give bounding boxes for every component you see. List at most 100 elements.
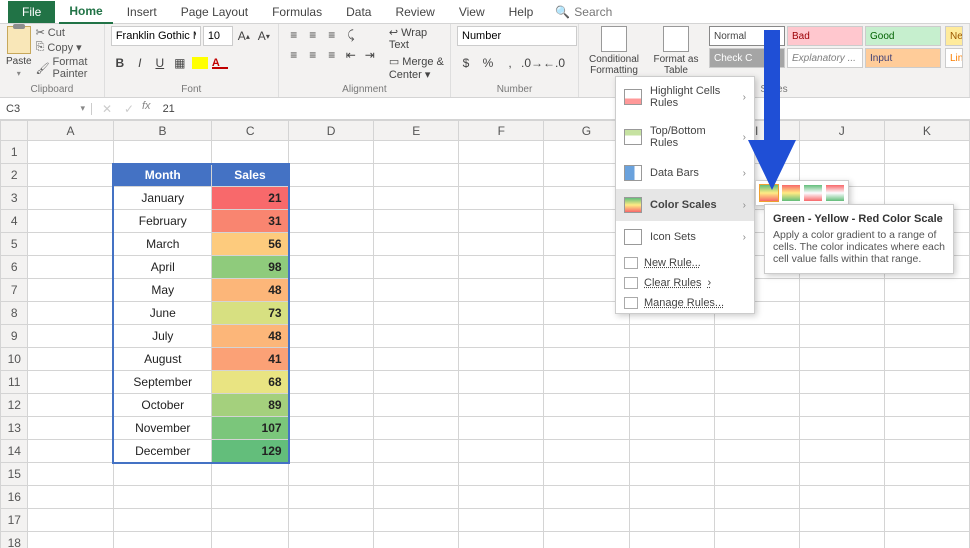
- cell-H15[interactable]: [629, 463, 714, 486]
- cell-A13[interactable]: [28, 417, 113, 440]
- copy-button[interactable]: ⎘Copy ▾: [36, 41, 98, 54]
- cell-K9[interactable]: [884, 325, 969, 348]
- cell-E12[interactable]: [374, 394, 459, 417]
- cell-C15[interactable]: [212, 463, 289, 486]
- cell-J12[interactable]: [799, 394, 884, 417]
- cell-D6[interactable]: [289, 256, 374, 279]
- cell-K17[interactable]: [884, 509, 969, 532]
- col-header-J[interactable]: J: [799, 121, 884, 141]
- tab-home[interactable]: Home: [59, 0, 112, 24]
- row-header-8[interactable]: 8: [1, 302, 28, 325]
- cell-D10[interactable]: [289, 348, 374, 371]
- col-header-F[interactable]: F: [459, 121, 544, 141]
- cell-A3[interactable]: [28, 187, 113, 210]
- cell-K14[interactable]: [884, 440, 969, 463]
- cell-I10[interactable]: [714, 348, 799, 371]
- row-header-14[interactable]: 14: [1, 440, 28, 463]
- cell-A9[interactable]: [28, 325, 113, 348]
- row-header-11[interactable]: 11: [1, 371, 28, 394]
- style-good[interactable]: Good: [865, 26, 941, 46]
- cell-B9[interactable]: July: [113, 325, 212, 348]
- cell-A8[interactable]: [28, 302, 113, 325]
- cell-J16[interactable]: [799, 486, 884, 509]
- cell-E2[interactable]: [374, 164, 459, 187]
- col-header-B[interactable]: B: [113, 121, 212, 141]
- cell-I9[interactable]: [714, 325, 799, 348]
- cell-K1[interactable]: [884, 141, 969, 164]
- cell-H17[interactable]: [629, 509, 714, 532]
- row-header-5[interactable]: 5: [1, 233, 28, 256]
- cell-G15[interactable]: [544, 463, 629, 486]
- merge-center-button[interactable]: ▭ Merge & Center ▾: [389, 55, 444, 81]
- cell-K8[interactable]: [884, 302, 969, 325]
- cell-B3[interactable]: January: [113, 187, 212, 210]
- cell-F8[interactable]: [459, 302, 544, 325]
- percent-button[interactable]: %: [479, 54, 497, 72]
- align-top-button[interactable]: ≡: [285, 26, 303, 44]
- cell-A15[interactable]: [28, 463, 113, 486]
- fn-enter-button[interactable]: ✓: [120, 100, 138, 118]
- colorscale-gwr[interactable]: [804, 185, 822, 201]
- row-header-9[interactable]: 9: [1, 325, 28, 348]
- cell-H13[interactable]: [629, 417, 714, 440]
- cell-D7[interactable]: [289, 279, 374, 302]
- grow-font-button[interactable]: A▴: [235, 27, 253, 45]
- row-header-4[interactable]: 4: [1, 210, 28, 233]
- cell-B13[interactable]: November: [113, 417, 212, 440]
- format-painter-button[interactable]: 🖌Format Painter: [36, 56, 98, 80]
- cell-B2[interactable]: Month: [113, 164, 212, 187]
- select-all-corner[interactable]: [1, 121, 28, 141]
- cell-D5[interactable]: [289, 233, 374, 256]
- cell-C4[interactable]: 31: [212, 210, 289, 233]
- cell-F10[interactable]: [459, 348, 544, 371]
- cell-E1[interactable]: [374, 141, 459, 164]
- cell-D17[interactable]: [289, 509, 374, 532]
- cell-B1[interactable]: [113, 141, 212, 164]
- cell-I12[interactable]: [714, 394, 799, 417]
- conditional-formatting-button[interactable]: Conditional Formatting: [585, 26, 643, 76]
- orientation-button[interactable]: ⤹: [342, 26, 360, 44]
- cell-F7[interactable]: [459, 279, 544, 302]
- cell-H10[interactable]: [629, 348, 714, 371]
- align-middle-button[interactable]: ≡: [304, 26, 322, 44]
- cell-A2[interactable]: [28, 164, 113, 187]
- cell-J10[interactable]: [799, 348, 884, 371]
- cell-B11[interactable]: September: [113, 371, 212, 394]
- cell-D3[interactable]: [289, 187, 374, 210]
- cell-B15[interactable]: [113, 463, 212, 486]
- cell-G11[interactable]: [544, 371, 629, 394]
- cell-F16[interactable]: [459, 486, 544, 509]
- cell-E9[interactable]: [374, 325, 459, 348]
- cell-F6[interactable]: [459, 256, 544, 279]
- align-right-button[interactable]: ≡: [323, 46, 341, 64]
- row-header-3[interactable]: 3: [1, 187, 28, 210]
- cf-topbottom-rules[interactable]: Top/Bottom Rules›: [616, 117, 754, 157]
- dec-decimal-button[interactable]: ←.0: [545, 54, 563, 72]
- cell-E5[interactable]: [374, 233, 459, 256]
- cell-D2[interactable]: [289, 164, 374, 187]
- cell-B14[interactable]: December: [113, 440, 212, 463]
- cell-F17[interactable]: [459, 509, 544, 532]
- name-box[interactable]: C3: [0, 103, 92, 115]
- cell-H12[interactable]: [629, 394, 714, 417]
- cell-J7[interactable]: [799, 279, 884, 302]
- currency-button[interactable]: $: [457, 54, 475, 72]
- cell-E11[interactable]: [374, 371, 459, 394]
- cell-F5[interactable]: [459, 233, 544, 256]
- cell-E3[interactable]: [374, 187, 459, 210]
- row-header-12[interactable]: 12: [1, 394, 28, 417]
- style-bad[interactable]: Bad: [787, 26, 863, 46]
- row-header-2[interactable]: 2: [1, 164, 28, 187]
- cell-B4[interactable]: February: [113, 210, 212, 233]
- cell-A1[interactable]: [28, 141, 113, 164]
- cf-new-rule[interactable]: New Rule...: [616, 253, 754, 273]
- cell-F11[interactable]: [459, 371, 544, 394]
- cell-G14[interactable]: [544, 440, 629, 463]
- cell-D16[interactable]: [289, 486, 374, 509]
- cell-A16[interactable]: [28, 486, 113, 509]
- cell-F2[interactable]: [459, 164, 544, 187]
- cell-B5[interactable]: March: [113, 233, 212, 256]
- cell-C8[interactable]: 73: [212, 302, 289, 325]
- cf-icon-sets[interactable]: Icon Sets›: [616, 221, 754, 253]
- cell-F3[interactable]: [459, 187, 544, 210]
